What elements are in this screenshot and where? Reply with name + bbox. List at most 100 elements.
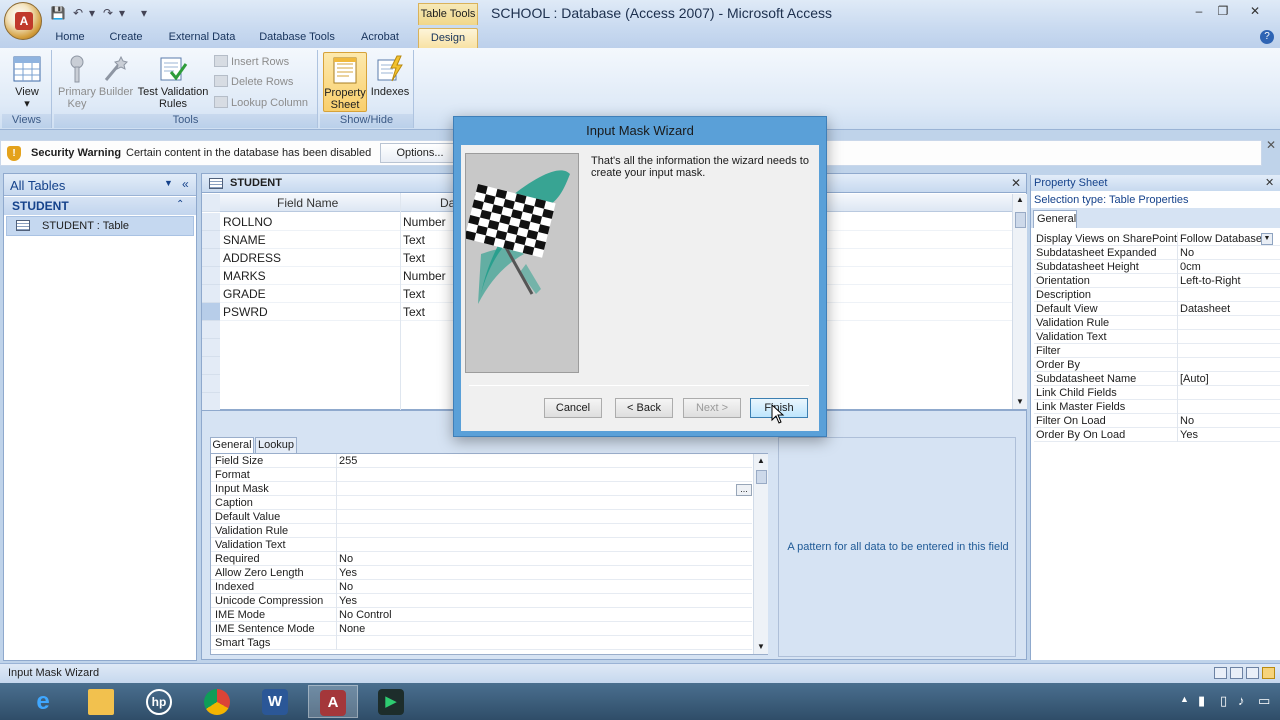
close-icon[interactable]: ✕ <box>1011 176 1021 190</box>
tab-home[interactable]: Home <box>48 28 92 48</box>
property-value[interactable]: None <box>339 623 365 635</box>
vertical-scrollbar[interactable]: ▲ ▼ <box>1012 194 1027 409</box>
row-selector[interactable] <box>202 375 220 393</box>
internet-explorer-icon[interactable]: e <box>18 685 68 718</box>
scroll-up-icon[interactable]: ▲ <box>1016 195 1024 204</box>
property-row[interactable]: Filter <box>1034 344 1280 358</box>
data-type-cell[interactable]: Number <box>403 269 446 283</box>
vertical-scrollbar[interactable]: ▲ ▼ <box>753 454 768 654</box>
row-selector[interactable] <box>202 213 220 231</box>
tab-database-tools[interactable]: Database Tools <box>252 28 342 48</box>
network-icon[interactable]: ▮ <box>1198 693 1205 709</box>
property-row[interactable]: Input Mask <box>211 482 752 496</box>
row-selector[interactable] <box>202 393 220 411</box>
property-row[interactable]: Default View Datasheet <box>1034 302 1280 316</box>
volume-icon[interactable]: ♪ <box>1238 693 1245 708</box>
property-row[interactable]: Description <box>1034 288 1280 302</box>
row-selector[interactable] <box>202 357 220 375</box>
property-row[interactable]: Subdatasheet Name [Auto] <box>1034 372 1280 386</box>
word-icon[interactable]: W <box>250 685 300 718</box>
primary-key-button[interactable]: Primary Key <box>58 54 96 110</box>
field-name-cell[interactable]: PSWRD <box>223 305 268 319</box>
tab-acrobat[interactable]: Acrobat <box>352 28 408 48</box>
property-value[interactable]: Yes <box>339 595 357 607</box>
file-explorer-icon[interactable] <box>76 685 126 718</box>
property-value[interactable]: Left-to-Right <box>1180 275 1270 287</box>
property-row[interactable]: IME Mode No Control <box>211 608 752 622</box>
property-row[interactable]: Format <box>211 468 752 482</box>
security-options-button[interactable]: Options... <box>380 143 460 163</box>
property-row[interactable]: Default Value <box>211 510 752 524</box>
property-row[interactable]: IME Sentence Mode None <box>211 622 752 636</box>
property-value[interactable]: No Control <box>339 609 392 621</box>
data-type-cell[interactable]: Text <box>403 233 425 247</box>
row-selector[interactable] <box>202 231 220 249</box>
property-value[interactable]: 0cm <box>1180 261 1270 273</box>
chrome-icon[interactable] <box>192 685 242 718</box>
property-row[interactable]: Orientation Left-to-Right <box>1034 274 1280 288</box>
property-row[interactable]: Required No <box>211 552 752 566</box>
property-row[interactable]: Link Child Fields <box>1034 386 1280 400</box>
property-value[interactable]: No <box>1180 415 1270 427</box>
property-row[interactable]: Unicode Compression Yes <box>211 594 752 608</box>
row-selector[interactable] <box>202 339 220 357</box>
field-name-cell[interactable]: MARKS <box>223 269 266 283</box>
nav-item-student-table[interactable]: STUDENT : Table <box>6 216 194 236</box>
builder-button[interactable]: Builder <box>98 54 134 98</box>
next-button[interactable]: Next > <box>683 398 741 418</box>
design-view-icon[interactable] <box>1262 667 1275 679</box>
property-value[interactable]: No <box>339 581 353 593</box>
property-row[interactable]: Subdatasheet Expanded No <box>1034 246 1280 260</box>
tab-general[interactable]: General <box>210 437 254 453</box>
row-selector[interactable] <box>202 249 220 267</box>
property-value[interactable]: No <box>339 553 353 565</box>
battery-icon[interactable]: ▯ <box>1220 693 1227 709</box>
indexes-button[interactable]: Indexes <box>369 54 411 98</box>
data-type-cell[interactable]: Text <box>403 251 425 265</box>
close-button[interactable]: ✕ <box>1240 2 1270 22</box>
property-row[interactable]: Display Views on SharePoint Follow Databa… <box>1034 232 1280 246</box>
input-mask-builder-button[interactable]: ... <box>736 484 752 496</box>
restore-button[interactable]: ❐ <box>1210 2 1236 22</box>
tab-create[interactable]: Create <box>102 28 150 48</box>
row-selector[interactable] <box>202 285 220 303</box>
field-name-cell[interactable]: ROLLNO <box>223 215 272 229</box>
back-button[interactable]: < Back <box>615 398 673 418</box>
scroll-up-icon[interactable]: ▲ <box>757 456 765 465</box>
property-row[interactable]: Order By <box>1034 358 1280 372</box>
row-selector[interactable] <box>202 267 220 285</box>
property-value[interactable]: Datasheet <box>1180 303 1270 315</box>
data-type-cell[interactable]: Text <box>403 305 425 319</box>
redo-dropdown-icon[interactable]: ▾ <box>114 5 130 21</box>
property-row[interactable]: Indexed No <box>211 580 752 594</box>
save-icon[interactable]: 💾 <box>50 5 66 21</box>
chevron-down-icon[interactable]: ▼ <box>1261 233 1273 245</box>
close-icon[interactable]: ✕ <box>1266 138 1276 152</box>
tab-general[interactable]: General <box>1033 210 1077 228</box>
pivot-chart-view-icon[interactable] <box>1246 667 1259 679</box>
property-sheet-button[interactable]: Property Sheet <box>323 52 367 112</box>
property-row[interactable]: Validation Rule <box>1034 316 1280 330</box>
customize-qat-icon[interactable]: ▾ <box>136 5 152 21</box>
field-name-cell[interactable]: SNAME <box>223 233 266 247</box>
scroll-down-icon[interactable]: ▼ <box>1016 397 1024 406</box>
lookup-column-button[interactable]: Lookup Column <box>214 94 308 112</box>
property-row[interactable]: Order By On Load Yes <box>1034 428 1280 442</box>
property-value[interactable]: 255 <box>339 455 357 467</box>
scrollbar-thumb[interactable] <box>1015 212 1026 228</box>
property-row[interactable]: Smart Tags <box>211 636 752 650</box>
property-row[interactable]: Filter On Load No <box>1034 414 1280 428</box>
show-hidden-icons-icon[interactable]: ▲ <box>1180 694 1189 704</box>
column-header-field-name[interactable]: Field Name <box>277 196 338 210</box>
nav-pane-header[interactable]: All Tables ▼ « <box>4 174 196 196</box>
property-row[interactable]: Allow Zero Length Yes <box>211 566 752 580</box>
scrollbar-thumb[interactable] <box>756 470 767 484</box>
property-value[interactable]: Yes <box>1180 429 1270 441</box>
tab-external-data[interactable]: External Data <box>162 28 242 48</box>
property-row[interactable]: Field Size 255 <box>211 454 752 468</box>
scroll-down-icon[interactable]: ▼ <box>757 642 765 651</box>
help-icon[interactable]: ? <box>1260 30 1274 44</box>
property-value[interactable]: No <box>1180 247 1270 259</box>
nav-group-header[interactable]: STUDENT ⌃ <box>4 197 196 215</box>
chevron-down-icon[interactable]: ▼ <box>164 178 173 188</box>
